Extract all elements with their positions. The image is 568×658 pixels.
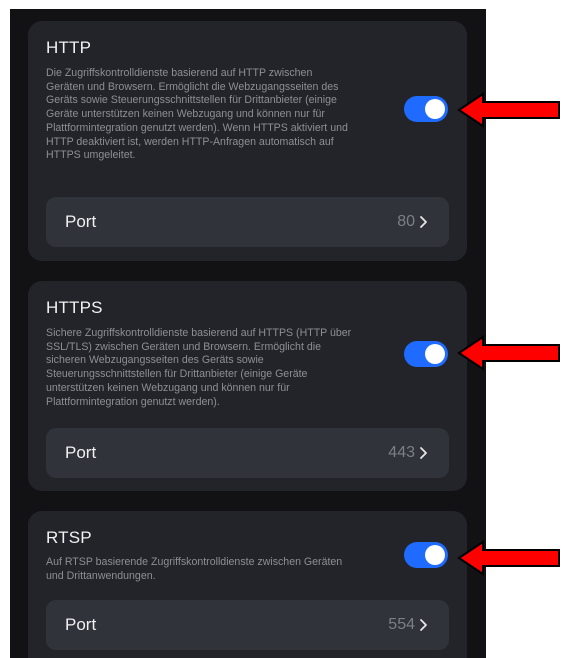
toggle-knob [425,99,445,119]
port-value: 554 [388,616,415,633]
port-label: Port [65,443,97,462]
port-label: Port [65,212,97,231]
http-card: HTTP Die Zugriffskontrolldienste basiere… [28,21,467,261]
https-description: Sichere Zugriffskontrolldienste basieren… [46,327,352,408]
red-arrow-icon [457,540,560,576]
port-value: 80 [397,213,415,230]
http-port-row[interactable]: Port 80 [46,197,449,247]
https-toggle[interactable] [404,341,448,367]
http-description: Die Zugriffskontrolldienste basierend au… [46,67,348,162]
rtsp-toggle[interactable] [404,542,448,568]
http-toggle[interactable] [404,96,448,122]
https-title: HTTPS [46,298,103,317]
rtsp-card: RTSP Auf RTSP basierende Zugriffskontrol… [28,511,467,658]
toggle-knob [425,545,445,565]
chevron-right-icon [420,216,427,228]
toggle-knob [425,344,445,364]
red-arrow-icon [457,335,560,371]
https-card: HTTPS Sichere Zugriffskontrolldienste ba… [28,281,467,491]
port-value: 443 [388,444,415,461]
rtsp-port-row[interactable]: Port 554 [46,600,449,650]
settings-screen: HTTP Die Zugriffskontrolldienste basiere… [10,9,486,658]
chevron-right-icon [420,619,427,631]
chevron-right-icon [420,447,427,459]
rtsp-description: Auf RTSP basierende Zugriffskontrolldien… [46,556,343,582]
port-label: Port [65,615,97,634]
http-title: HTTP [46,38,92,57]
red-arrow-icon [457,92,560,128]
https-port-row[interactable]: Port 443 [46,428,449,478]
rtsp-title: RTSP [46,528,92,547]
